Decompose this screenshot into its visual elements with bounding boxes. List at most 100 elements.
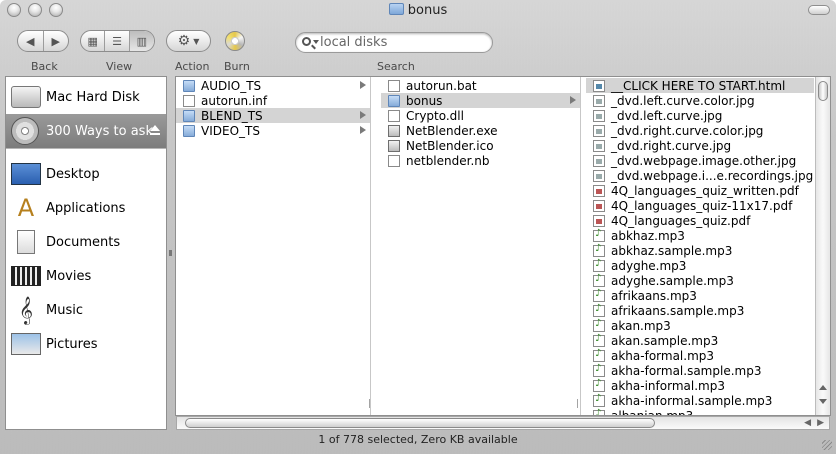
list-item[interactable]: Crypto.dll (381, 108, 580, 123)
window-title: bonus (0, 3, 836, 18)
sidebar-splitter[interactable] (169, 250, 172, 256)
pdf-file-icon (593, 184, 605, 197)
list-item[interactable]: VIDEO_TS (176, 123, 370, 138)
scroll-right-arrow-icon[interactable]: ▶ (817, 418, 824, 428)
document-icon (183, 94, 195, 107)
burn-disc-icon[interactable] (225, 31, 245, 51)
list-item[interactable]: NetBlender.ico (381, 138, 580, 153)
chevron-down-icon: ▼ (193, 36, 200, 46)
list-item[interactable]: autorun.inf (176, 93, 370, 108)
file-name: AUDIO_TS (201, 78, 262, 93)
list-item[interactable]: adyghe.mp3 (586, 258, 814, 273)
search-options-arrow-icon[interactable] (313, 40, 319, 44)
pdf-file-icon (593, 199, 605, 212)
audio-file-icon (593, 258, 605, 272)
horizontal-scroll-thumb[interactable] (185, 418, 655, 428)
list-item[interactable]: akha-informal.mp3 (586, 378, 814, 393)
file-name: autorun.inf (201, 93, 268, 108)
list-item[interactable]: akha-informal.sample.mp3 (586, 393, 814, 408)
toolbar-toggle-button[interactable] (808, 5, 830, 15)
list-item[interactable]: 4Q_languages_quiz_written.pdf (586, 183, 814, 198)
sidebar-item-pictures[interactable]: Pictures (6, 327, 166, 361)
list-item[interactable]: akan.sample.mp3 (586, 333, 814, 348)
list-item[interactable]: 4Q_languages_quiz-11x17.pdf (586, 198, 814, 213)
list-item[interactable]: adyghe.sample.mp3 (586, 273, 814, 288)
folder-icon (183, 109, 195, 122)
list-item[interactable]: AUDIO_TS (176, 78, 370, 93)
sidebar-item-label: Desktop (46, 166, 100, 182)
eject-icon[interactable] (150, 125, 160, 135)
file-name: akha-formal.mp3 (611, 348, 715, 363)
file-name: akan.mp3 (611, 318, 671, 333)
list-item[interactable]: NetBlender.exe (381, 123, 580, 138)
sidebar-item-applications[interactable]: A Applications (6, 191, 166, 225)
icon-view-button[interactable]: ▦ (81, 31, 104, 51)
list-item[interactable]: netblender.nb (381, 153, 580, 168)
list-item[interactable]: afrikaans.sample.mp3 (586, 303, 814, 318)
disclosure-arrow-icon (360, 126, 366, 134)
hard-disk-icon (11, 86, 41, 108)
browser-column-1: AUDIO_TS autorun.inf BLEND_TS VIDEO_TS |… (176, 77, 371, 415)
file-name: albanian.mp3 (611, 409, 693, 416)
list-view-icon: ☰ (112, 34, 122, 48)
list-item[interactable]: albanian.mp3 (586, 408, 814, 415)
list-item[interactable]: BLEND_TS (176, 108, 370, 123)
back-button[interactable]: ◀ (18, 31, 43, 51)
sidebar-item-label: Music (46, 302, 83, 318)
image-file-icon (593, 94, 605, 107)
forward-button[interactable]: ▶ (42, 31, 69, 51)
search-icon (302, 37, 311, 46)
horizontal-scrollbar[interactable]: ◀ ▶ (176, 416, 830, 430)
column-resize-handle[interactable]: || (368, 399, 370, 409)
sidebar: Mac Hard Disk 300 Ways to ask Desktop A … (5, 76, 167, 430)
list-item[interactable]: autorun.bat (381, 78, 580, 93)
resize-grip-icon[interactable] (822, 440, 832, 450)
list-item[interactable]: _dvd.left.curve.color.jpg (586, 93, 814, 108)
list-item[interactable]: __CLICK HERE TO START.html (586, 78, 814, 93)
file-name: _dvd.right.curve.jpg (611, 138, 732, 153)
vertical-scrollbar[interactable] (815, 77, 830, 415)
search-label: Search (377, 60, 415, 73)
audio-file-icon (593, 333, 605, 347)
list-item[interactable]: abkhaz.mp3 (586, 228, 814, 243)
sidebar-item-mac-hard-disk[interactable]: Mac Hard Disk (6, 80, 166, 114)
sidebar-item-desktop[interactable]: Desktop (6, 157, 166, 191)
list-item[interactable]: _dvd.webpage.i...e.recordings.jpg (586, 168, 814, 183)
list-item[interactable]: _dvd.left.curve.jpg (586, 108, 814, 123)
action-label: Action (175, 60, 210, 73)
list-item[interactable]: afrikaans.mp3 (586, 288, 814, 303)
column-resize-handle[interactable]: || (576, 399, 580, 409)
image-file-icon (593, 169, 605, 182)
window-title-text: bonus (407, 3, 448, 18)
list-item[interactable]: _dvd.webpage.image.other.jpg (586, 153, 814, 168)
icon-file-icon (388, 139, 400, 152)
list-item[interactable]: abkhaz.sample.mp3 (586, 243, 814, 258)
list-item[interactable]: _dvd.right.curve.color.jpg (586, 123, 814, 138)
forward-arrow-icon: ▶ (51, 34, 60, 48)
action-menu-button[interactable]: ⚙ ▼ (166, 30, 211, 52)
list-item[interactable]: akha-formal.mp3 (586, 348, 814, 363)
list-item[interactable]: akha-formal.sample.mp3 (586, 363, 814, 378)
sidebar-item-music[interactable]: 𝄞 Music (6, 293, 166, 327)
file-name: bonus (406, 93, 443, 108)
sidebar-item-documents[interactable]: Documents (6, 225, 166, 259)
scroll-up-arrow-icon[interactable] (819, 385, 827, 390)
file-name: 4Q_languages_quiz-11x17.pdf (611, 198, 793, 213)
audio-file-icon (593, 303, 605, 317)
list-item[interactable]: 4Q_languages_quiz.pdf (586, 213, 814, 228)
scroll-left-arrow-icon[interactable]: ◀ (804, 418, 811, 428)
list-item[interactable]: bonus (381, 93, 580, 108)
list-view-button[interactable]: ☰ (104, 31, 128, 51)
search-field[interactable] (295, 32, 493, 53)
image-file-icon (593, 109, 605, 122)
column-view-button[interactable]: ▥ (128, 31, 154, 51)
file-name: Crypto.dll (406, 108, 464, 123)
sidebar-item-dvd[interactable]: 300 Ways to ask (6, 114, 166, 148)
sidebar-item-movies[interactable]: Movies (6, 259, 166, 293)
applications-icon: A (17, 194, 35, 222)
list-item[interactable]: _dvd.right.curve.jpg (586, 138, 814, 153)
list-item[interactable]: akan.mp3 (586, 318, 814, 333)
vertical-scroll-thumb[interactable] (818, 81, 828, 101)
search-input[interactable] (320, 34, 480, 51)
scroll-down-arrow-icon[interactable] (819, 399, 827, 404)
